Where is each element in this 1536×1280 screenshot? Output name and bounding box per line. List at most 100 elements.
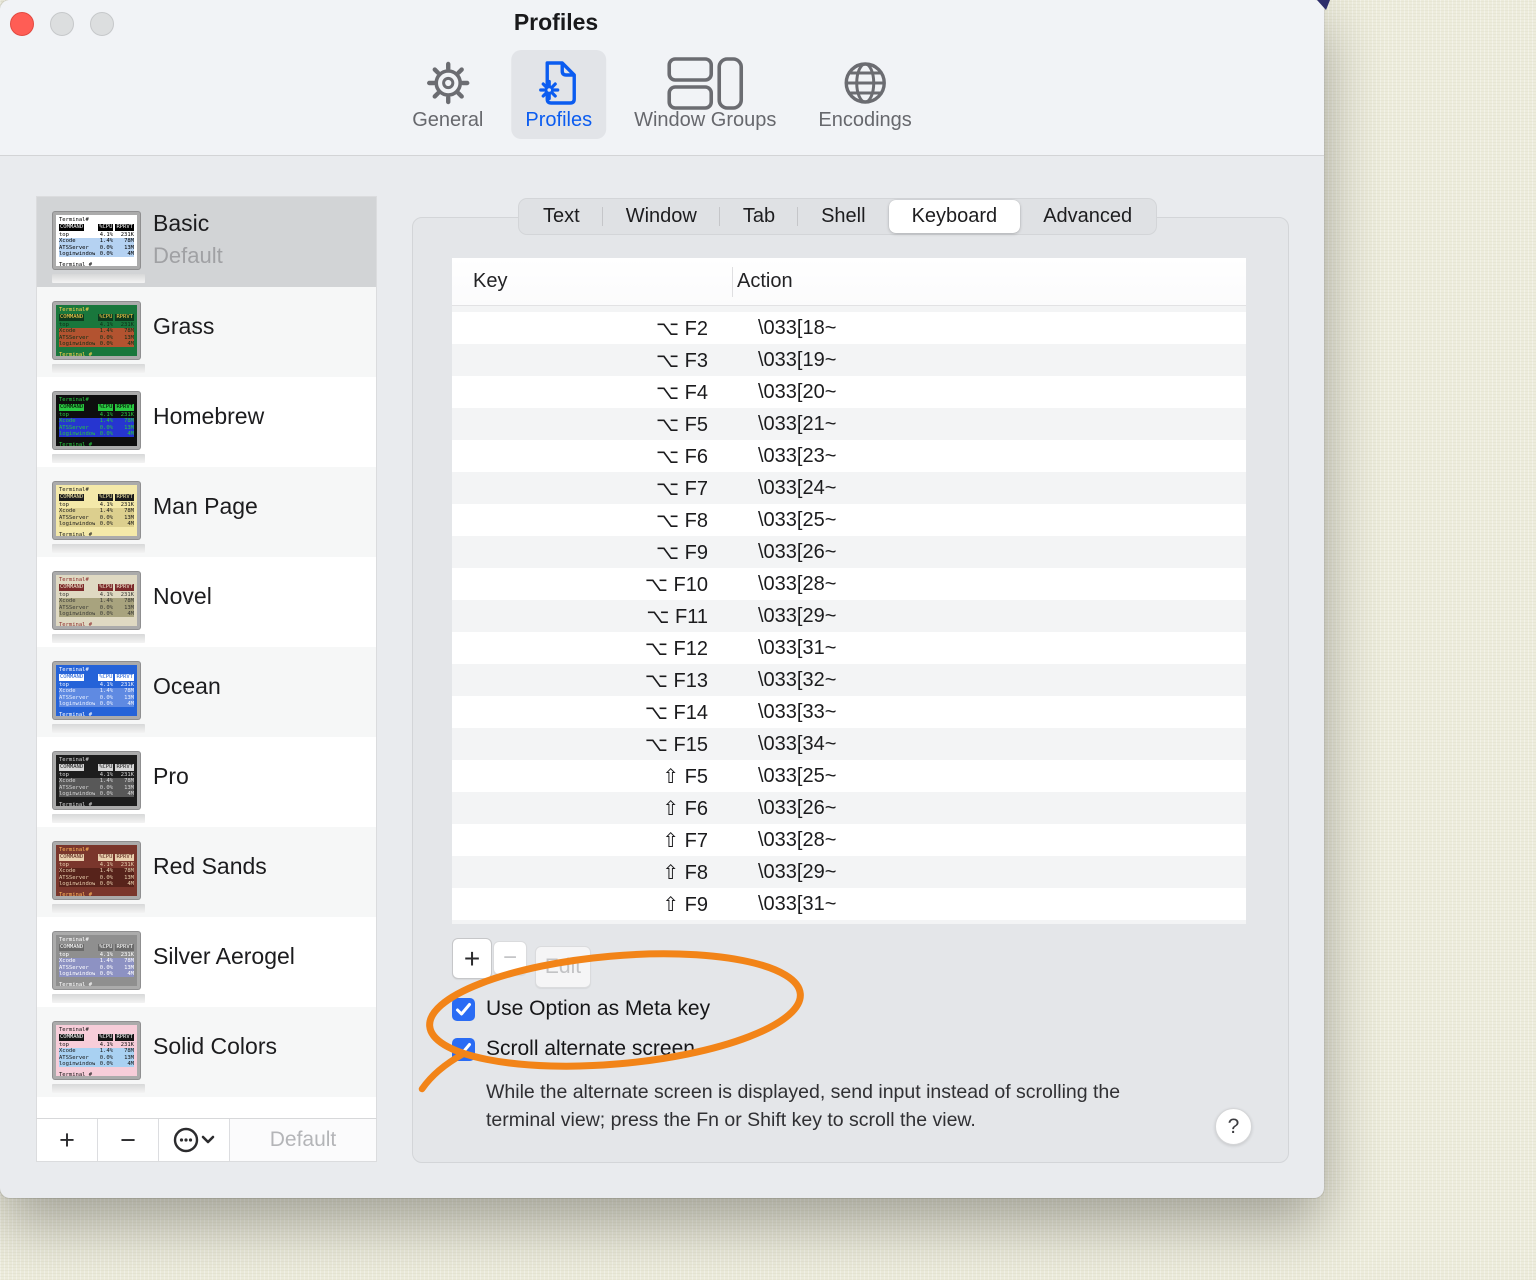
- use-option-as-meta-checkbox-row[interactable]: Use Option as Meta key: [452, 997, 710, 1021]
- thumbnail-reflection: [52, 454, 145, 463]
- key-cell: ⌥ F2: [656, 317, 708, 340]
- table-row[interactable]: ⌥ F14 \033[33~: [452, 696, 1246, 728]
- thumb-title: Terminal#: [59, 847, 89, 853]
- thumb-col: RPRVT: [115, 764, 134, 771]
- action-cell: \033[28~: [758, 572, 837, 595]
- profile-name: Pro: [153, 763, 189, 789]
- thumb-prompt: Terminal #: [59, 262, 93, 269]
- checkbox-checked-icon[interactable]: [452, 997, 475, 1021]
- key-cell: ⌥ F13: [644, 669, 708, 692]
- profile-name: Solid Colors: [153, 1033, 277, 1059]
- add-profile-button[interactable]: +: [37, 1119, 98, 1161]
- table-row[interactable]: ⌥ F5 \033[21~: [452, 408, 1246, 440]
- thumb-header: COMMAND %CPU RPRVT: [59, 494, 134, 501]
- profile-row-homebrew[interactable]: Terminal# COMMAND %CPU RPRVT top 4.1% 231K Xcod…: [37, 377, 376, 467]
- profile-row-red-sands[interactable]: Terminal# COMMAND %CPU RPRVT top 4.1% 231K Xcod…: [37, 827, 376, 917]
- scroll-alternate-screen-checkbox-row[interactable]: Scroll alternate screen: [452, 1037, 695, 1061]
- thumbnail-reflection: [52, 724, 145, 733]
- table-row[interactable]: ⇧ F8 \033[29~: [452, 856, 1246, 888]
- window-groups-icon: [666, 57, 744, 110]
- thumb-prompt: Terminal #: [59, 1072, 93, 1079]
- profile-thumbnail: Terminal# COMMAND %CPU RPRVT top 4.1% 231K Xcod…: [53, 302, 140, 359]
- toolbar-item-label: Profiles: [525, 109, 593, 131]
- profile-row-pro[interactable]: Terminal# COMMAND %CPU RPRVT top 4.1% 231K Xcod…: [37, 737, 376, 827]
- tab-advanced[interactable]: Advanced: [1020, 200, 1155, 233]
- thumb-prompt: Terminal #: [59, 622, 93, 629]
- profile-row-basic[interactable]: Terminal# COMMAND %CPU RPRVT top 4.1% 231K Xcod…: [37, 197, 376, 287]
- thumb-header: COMMAND %CPU RPRVT: [59, 764, 134, 771]
- table-row[interactable]: ⌥ F11 \033[29~: [452, 600, 1246, 632]
- tab-tab[interactable]: Tab: [718, 200, 798, 233]
- more-options-button[interactable]: [159, 1119, 230, 1161]
- table-row[interactable]: ⌥ F13 \033[32~: [452, 664, 1246, 696]
- remove-mapping-button[interactable]: −: [493, 941, 527, 975]
- key-cell: ⌥ F15: [644, 733, 708, 756]
- thumb-col: COMMAND: [59, 404, 85, 411]
- thumb-col: RPRVT: [115, 854, 134, 861]
- toolbar-item-general[interactable]: General: [398, 50, 497, 139]
- table-row[interactable]: ⌥ F6 \033[23~: [452, 440, 1246, 472]
- toolbar-item-window-groups[interactable]: Window Groups: [620, 50, 790, 139]
- toolbar-item-profiles[interactable]: Profiles: [511, 50, 607, 139]
- help-button[interactable]: ?: [1215, 1108, 1252, 1145]
- checkbox-checked-icon[interactable]: [452, 1037, 475, 1061]
- tab-text[interactable]: Text: [520, 200, 603, 233]
- column-header-action: Action: [737, 270, 793, 292]
- table-row[interactable]: ⌥ F4 \033[20~: [452, 376, 1246, 408]
- profile-thumbnail: Terminal# COMMAND %CPU RPRVT top 4.1% 231K Xcod…: [53, 572, 140, 629]
- remove-profile-button[interactable]: −: [98, 1119, 159, 1161]
- thumb-col: %CPU: [98, 404, 114, 411]
- profile-row-silver-aerogel[interactable]: Terminal# COMMAND %CPU RPRVT top 4.1% 231K Xcod…: [37, 917, 376, 1007]
- profile-subtitle: Default: [153, 243, 223, 268]
- table-row[interactable]: ⌥ F7 \033[24~: [452, 472, 1246, 504]
- edit-mapping-button[interactable]: Edit: [535, 946, 591, 988]
- document-gear-icon: [536, 57, 582, 109]
- thumb-header: COMMAND %CPU RPRVT: [59, 584, 134, 591]
- profile-row-solid-colors[interactable]: Terminal# COMMAND %CPU RPRVT top 4.1% 231K Xcod…: [37, 1007, 376, 1097]
- table-row[interactable]: ⌥ F10 \033[28~: [452, 568, 1246, 600]
- thumb-header: COMMAND %CPU RPRVT: [59, 854, 134, 861]
- thumb-col: %CPU: [98, 764, 114, 771]
- thumb-col: %CPU: [98, 944, 114, 951]
- key-cell: ⌥ F9: [656, 541, 708, 564]
- key-cell: ⇧ F7: [662, 829, 708, 852]
- profile-thumbnail: Terminal# COMMAND %CPU RPRVT top 4.1% 231K Xcod…: [53, 482, 140, 539]
- thumb-col: %CPU: [98, 314, 114, 321]
- thumb-col: RPRVT: [115, 1034, 134, 1041]
- tab-keyboard[interactable]: Keyboard: [888, 200, 1021, 233]
- action-cell: \033[25~: [758, 508, 837, 531]
- table-row[interactable]: ⌥ F9 \033[26~: [452, 536, 1246, 568]
- table-row[interactable]: ⌥ F12 \033[31~: [452, 632, 1246, 664]
- table-row[interactable]: ⌥ F8 \033[25~: [452, 504, 1246, 536]
- thumb-col: %CPU: [98, 1034, 114, 1041]
- table-row[interactable]: ⇧ F6 \033[26~: [452, 792, 1246, 824]
- key-cell: ⇧ F6: [662, 797, 708, 820]
- table-row[interactable]: ⇧ F5 \033[25~: [452, 760, 1246, 792]
- action-cell: \033[21~: [758, 412, 837, 435]
- table-row[interactable]: ⇧ F9 \033[31~: [452, 888, 1246, 920]
- thumb-prompt: Terminal #: [59, 442, 93, 449]
- toolbar-item-encodings[interactable]: Encodings: [804, 50, 925, 139]
- action-cell: \033[18~: [758, 316, 837, 339]
- profile-row-man-page[interactable]: Terminal# COMMAND %CPU RPRVT top 4.1% 231K Xcod…: [37, 467, 376, 557]
- profile-row-novel[interactable]: Terminal# COMMAND %CPU RPRVT top 4.1% 231K Xcod…: [37, 557, 376, 647]
- toolbar-item-label: Window Groups: [634, 109, 777, 131]
- table-body: ⌥ F2 \033[18~ ⌥ F3 \033[19~ ⌥ F4 \033[20~ ⌥ F5…: [452, 306, 1246, 924]
- action-cell: \033[34~: [758, 732, 837, 755]
- add-mapping-button[interactable]: +: [452, 938, 492, 979]
- action-cell: \033[31~: [758, 636, 837, 659]
- thumb-process-row: loginwindow 0.0% 4M: [59, 431, 134, 438]
- profile-row-grass[interactable]: Terminal# COMMAND %CPU RPRVT top 4.1% 231K Xcod…: [37, 287, 376, 377]
- profile-row-ocean[interactable]: Terminal# COMMAND %CPU RPRVT top 4.1% 231K Xcod…: [37, 647, 376, 737]
- table-row[interactable]: ⌥ F3 \033[19~: [452, 344, 1246, 376]
- table-row[interactable]: ⌥ F15 \033[34~: [452, 728, 1246, 760]
- thumb-col: RPRVT: [115, 944, 134, 951]
- table-row[interactable]: ⇧ F7 \033[28~: [452, 824, 1246, 856]
- thumb-col: %CPU: [98, 584, 114, 591]
- thumb-prompt: Terminal #: [59, 802, 93, 809]
- default-profile-button[interactable]: Default: [230, 1119, 376, 1161]
- thumb-col: %CPU: [98, 494, 114, 501]
- tab-shell[interactable]: Shell: [797, 200, 888, 233]
- tab-window[interactable]: Window: [601, 200, 720, 233]
- table-row[interactable]: ⌥ F2 \033[18~: [452, 312, 1246, 344]
